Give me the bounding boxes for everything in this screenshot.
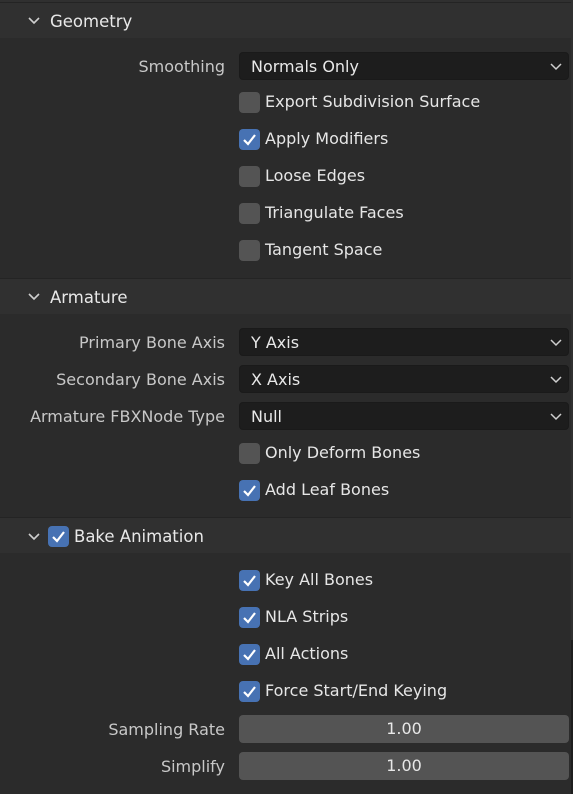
chevron-down-icon [550, 339, 562, 347]
chevron-down-icon[interactable] [27, 14, 41, 28]
checkbox-box[interactable] [239, 681, 260, 702]
checkbox-box[interactable] [239, 644, 260, 665]
primary-bone-axis-value: Y Axis [251, 333, 300, 352]
only-deform-bones-label: Only Deform Bones [265, 443, 421, 462]
armature-title: Armature [50, 288, 128, 307]
force-start-end-keying-label: Force Start/End Keying [265, 681, 448, 700]
checkmark-icon [243, 649, 256, 661]
checkbox-box[interactable] [239, 203, 260, 224]
checkbox-box[interactable] [239, 607, 260, 628]
simplify-value: 1.00 [386, 756, 422, 775]
loose-edges-label: Loose Edges [265, 166, 366, 185]
sampling-rate-value: 1.00 [386, 719, 422, 738]
checkmark-icon [243, 134, 256, 146]
simplify-label: Simplify [160, 757, 225, 776]
checkmark-icon [243, 485, 256, 497]
armature-panel-body: Primary Bone Axis Y Axis Secondary Bone … [0, 314, 571, 517]
smoothing-dropdown[interactable]: Normals Only [239, 52, 569, 80]
secondary-bone-axis-value: X Axis [251, 370, 301, 389]
export-subdivision-label: Export Subdivision Surface [265, 92, 481, 111]
simplify-field[interactable]: 1.00 [239, 752, 569, 780]
armature-node-type-label: Armature FBXNode Type [30, 407, 225, 426]
chevron-down-icon [550, 376, 562, 384]
sampling-rate-label: Sampling Rate [108, 720, 225, 739]
chevron-down-icon[interactable] [27, 290, 41, 304]
checkmark-icon [243, 686, 256, 698]
smoothing-label: Smoothing [138, 57, 225, 76]
primary-bone-axis-label: Primary Bone Axis [79, 333, 225, 352]
bake-animation-title: Bake Animation [74, 527, 204, 546]
checkbox-box[interactable] [239, 92, 260, 113]
add-leaf-bones-label: Add Leaf Bones [265, 480, 390, 499]
checkmark-icon [243, 575, 256, 587]
sampling-rate-field[interactable]: 1.00 [239, 715, 569, 743]
smoothing-value: Normals Only [251, 57, 359, 76]
checkbox-box[interactable] [239, 166, 260, 187]
checkbox-box[interactable] [239, 480, 260, 501]
primary-bone-axis-dropdown[interactable]: Y Axis [239, 328, 569, 356]
chevron-down-icon [550, 63, 562, 71]
checkmark-icon [52, 531, 65, 543]
checkmark-icon [243, 612, 256, 624]
triangulate-faces-label: Triangulate Faces [265, 203, 404, 222]
apply-modifiers-label: Apply Modifiers [265, 129, 389, 148]
chevron-down-icon [550, 413, 562, 421]
bake-animation-panel-header[interactable]: Bake Animation [0, 517, 571, 553]
armature-panel-header[interactable]: Armature [0, 278, 571, 314]
checkbox-box[interactable] [239, 240, 260, 261]
secondary-bone-axis-dropdown[interactable]: X Axis [239, 365, 569, 393]
geometry-panel-body: Smoothing Normals Only Export Subdivisio… [0, 38, 571, 278]
secondary-bone-axis-label: Secondary Bone Axis [56, 370, 225, 389]
armature-node-type-dropdown[interactable]: Null [239, 402, 569, 430]
tangent-space-label: Tangent Space [265, 240, 383, 259]
key-all-bones-label: Key All Bones [265, 570, 374, 589]
geometry-panel-header[interactable]: Geometry [0, 2, 571, 38]
checkbox-box[interactable] [239, 129, 260, 150]
armature-node-type-value: Null [251, 407, 282, 426]
all-actions-label: All Actions [265, 644, 349, 663]
checkbox-box[interactable] [239, 570, 260, 591]
checkbox-box[interactable] [239, 443, 260, 464]
nla-strips-label: NLA Strips [265, 607, 349, 626]
bake-animation-toggle[interactable] [48, 526, 69, 547]
geometry-title: Geometry [50, 12, 133, 31]
chevron-down-icon[interactable] [27, 530, 41, 544]
bake-animation-panel-body: Key All Bones NLA Strips All Actions For… [0, 553, 571, 794]
